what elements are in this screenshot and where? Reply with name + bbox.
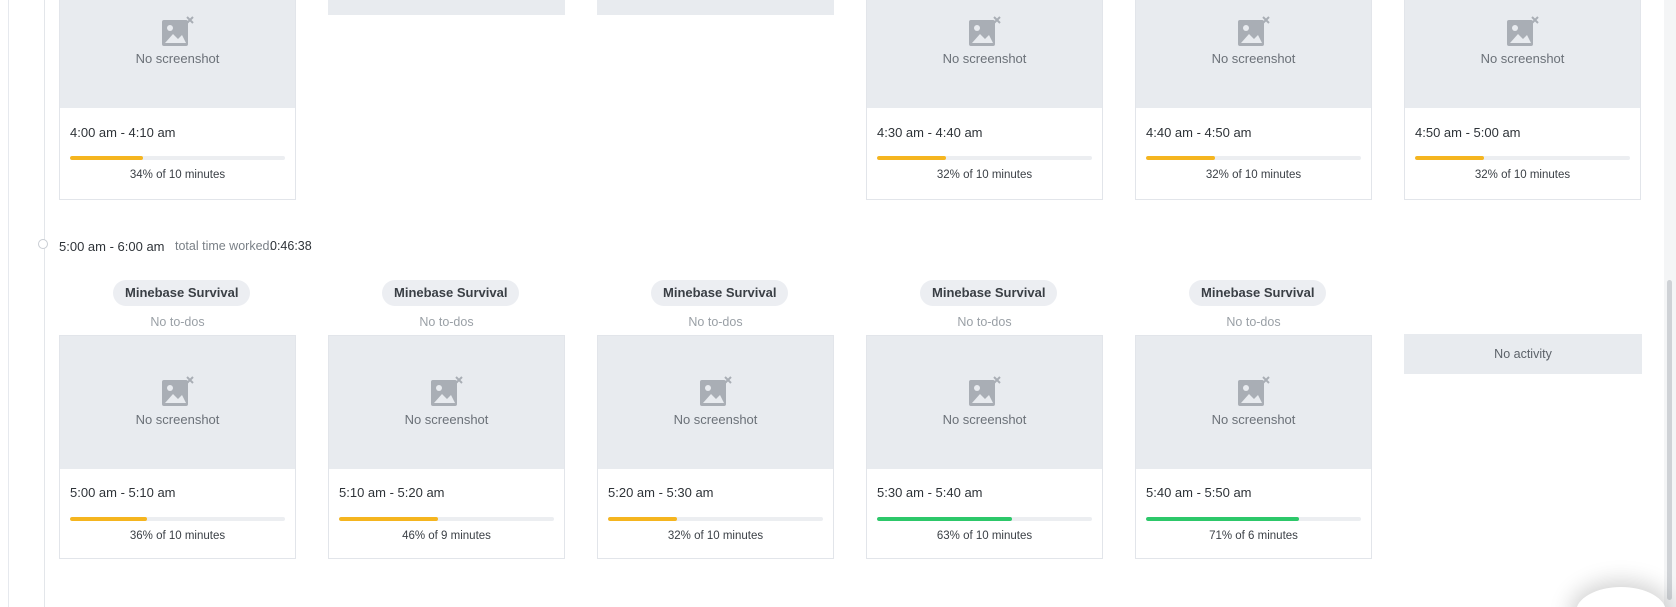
screenshot-card[interactable]: No screenshot 5:30 am - 5:40 am 63% of 1… [866,335,1103,559]
floating-widget-shadow [1576,587,1666,607]
screenshot-placeholder[interactable]: No screenshot [329,336,564,469]
time-range: 5:30 am - 5:40 am [877,485,983,500]
time-range: 5:00 am - 5:10 am [70,485,176,500]
left-rail-divider [8,0,9,607]
activity-bar [1415,156,1630,160]
image-off-icon [1237,376,1270,406]
no-activity-slot: No activity [1404,334,1642,374]
screenshot-card[interactable]: No screenshot 5:00 am - 5:10 am 36% of 1… [59,335,296,559]
screenshot-card[interactable]: No screenshot 4:00 am - 4:10 am 34% of 1… [59,0,296,200]
activity-percent: 36% of 10 minutes [129,530,226,542]
no-screenshot-label: No screenshot [942,51,1027,66]
activity-percent: 32% of 10 minutes [1205,169,1302,181]
project-chip[interactable]: Minebase Survival [113,280,251,306]
image-off-icon [968,16,1001,46]
time-range: 4:50 am - 5:00 am [1415,125,1521,140]
activity-bar-fill [70,156,144,160]
activity-bar-fill [1415,156,1484,160]
image-off-icon [161,16,194,46]
activity-bar [339,517,554,521]
activity-bar [70,156,285,160]
activity-percent: 46% of 9 minutes [402,530,491,542]
timeline-line [44,0,45,607]
activity-bar [608,517,823,521]
no-screenshot-label: No screenshot [673,412,758,427]
image-off-icon [1237,16,1270,46]
screenshot-placeholder[interactable]: No screenshot [1136,336,1371,469]
hour-range: 5:00 am - 6:00 am [59,239,165,254]
activity-bar-fill [608,517,677,521]
activity-bar-fill [877,156,946,160]
time-range: 5:20 am - 5:30 am [608,485,714,500]
todo-label: No to-dos [957,315,1012,329]
screenshot-placeholder[interactable]: No screenshot [1136,0,1371,108]
screenshot-placeholder[interactable]: No screenshot [1405,0,1640,108]
image-off-icon [430,376,463,406]
time-range: 5:10 am - 5:20 am [339,485,445,500]
screenshot-placeholder-stub [597,0,834,15]
project-chip[interactable]: Minebase Survival [382,280,520,306]
todo-label: No to-dos [419,315,474,329]
time-range: 4:00 am - 4:10 am [70,125,176,140]
screenshot-card[interactable]: No screenshot 4:40 am - 4:50 am 32% of 1… [1135,0,1372,200]
activity-percent: 32% of 10 minutes [936,169,1033,181]
time-range: 5:40 am - 5:50 am [1146,485,1252,500]
image-off-icon [161,376,194,406]
todo-label: No to-dos [688,315,743,329]
screenshot-card[interactable]: No screenshot 5:40 am - 5:50 am 71% of 6… [1135,335,1372,559]
activity-bar [877,517,1092,521]
image-off-icon [1506,16,1539,46]
screenshot-card[interactable]: No screenshot 5:10 am - 5:20 am 46% of 9… [328,335,565,559]
activity-percent: 32% of 10 minutes [1474,169,1571,181]
project-chip[interactable]: Minebase Survival [920,280,1058,306]
activity-bar [1146,517,1361,521]
screenshots-timeline-page: No screenshot 4:00 am - 4:10 am 34% of 1… [0,0,1676,607]
timeline-dot-icon [38,239,48,249]
todo-label: No to-dos [150,315,205,329]
activity-bar [1146,156,1361,160]
image-off-icon [968,376,1001,406]
activity-bar-fill [877,517,1013,521]
time-range: 4:40 am - 4:50 am [1146,125,1252,140]
activity-percent: 63% of 10 minutes [936,530,1033,542]
no-screenshot-label: No screenshot [135,51,220,66]
image-off-icon [699,376,732,406]
screenshot-placeholder-stub [328,0,565,15]
screenshot-placeholder[interactable]: No screenshot [598,336,833,469]
no-screenshot-label: No screenshot [404,412,489,427]
activity-bar-fill [1146,517,1299,521]
screenshot-placeholder[interactable]: No screenshot [867,0,1102,108]
screenshot-placeholder[interactable]: No screenshot [60,336,295,469]
activity-bar-fill [1146,156,1215,160]
activity-percent: 32% of 10 minutes [667,530,764,542]
no-screenshot-label: No screenshot [135,412,220,427]
total-time-value: 0:46:38 [270,239,312,253]
todo-label: No to-dos [1226,315,1281,329]
scrollbar-thumb[interactable] [1667,280,1672,600]
no-screenshot-label: No screenshot [1211,51,1296,66]
no-screenshot-label: No screenshot [1211,412,1296,427]
screenshot-placeholder[interactable]: No screenshot [867,336,1102,469]
no-screenshot-label: No screenshot [1480,51,1565,66]
activity-percent: 71% of 6 minutes [1209,530,1298,542]
activity-bar-fill [339,517,438,521]
activity-bar [877,156,1092,160]
vertical-scrollbar[interactable] [1664,0,1676,607]
activity-percent: 34% of 10 minutes [129,169,226,181]
screenshot-card[interactable]: No screenshot 5:20 am - 5:30 am 32% of 1… [597,335,834,559]
activity-bar [70,517,285,521]
screenshot-card[interactable]: No screenshot 4:50 am - 5:00 am 32% of 1… [1404,0,1641,200]
time-range: 4:30 am - 4:40 am [877,125,983,140]
screenshot-card[interactable]: No screenshot 4:30 am - 4:40 am 32% of 1… [866,0,1103,200]
project-chip[interactable]: Minebase Survival [651,280,789,306]
screenshot-placeholder[interactable]: No screenshot [60,0,295,108]
project-chip[interactable]: Minebase Survival [1189,280,1327,306]
activity-bar-fill [70,517,148,521]
total-time-label: total time worked: [175,239,273,253]
no-screenshot-label: No screenshot [942,412,1027,427]
